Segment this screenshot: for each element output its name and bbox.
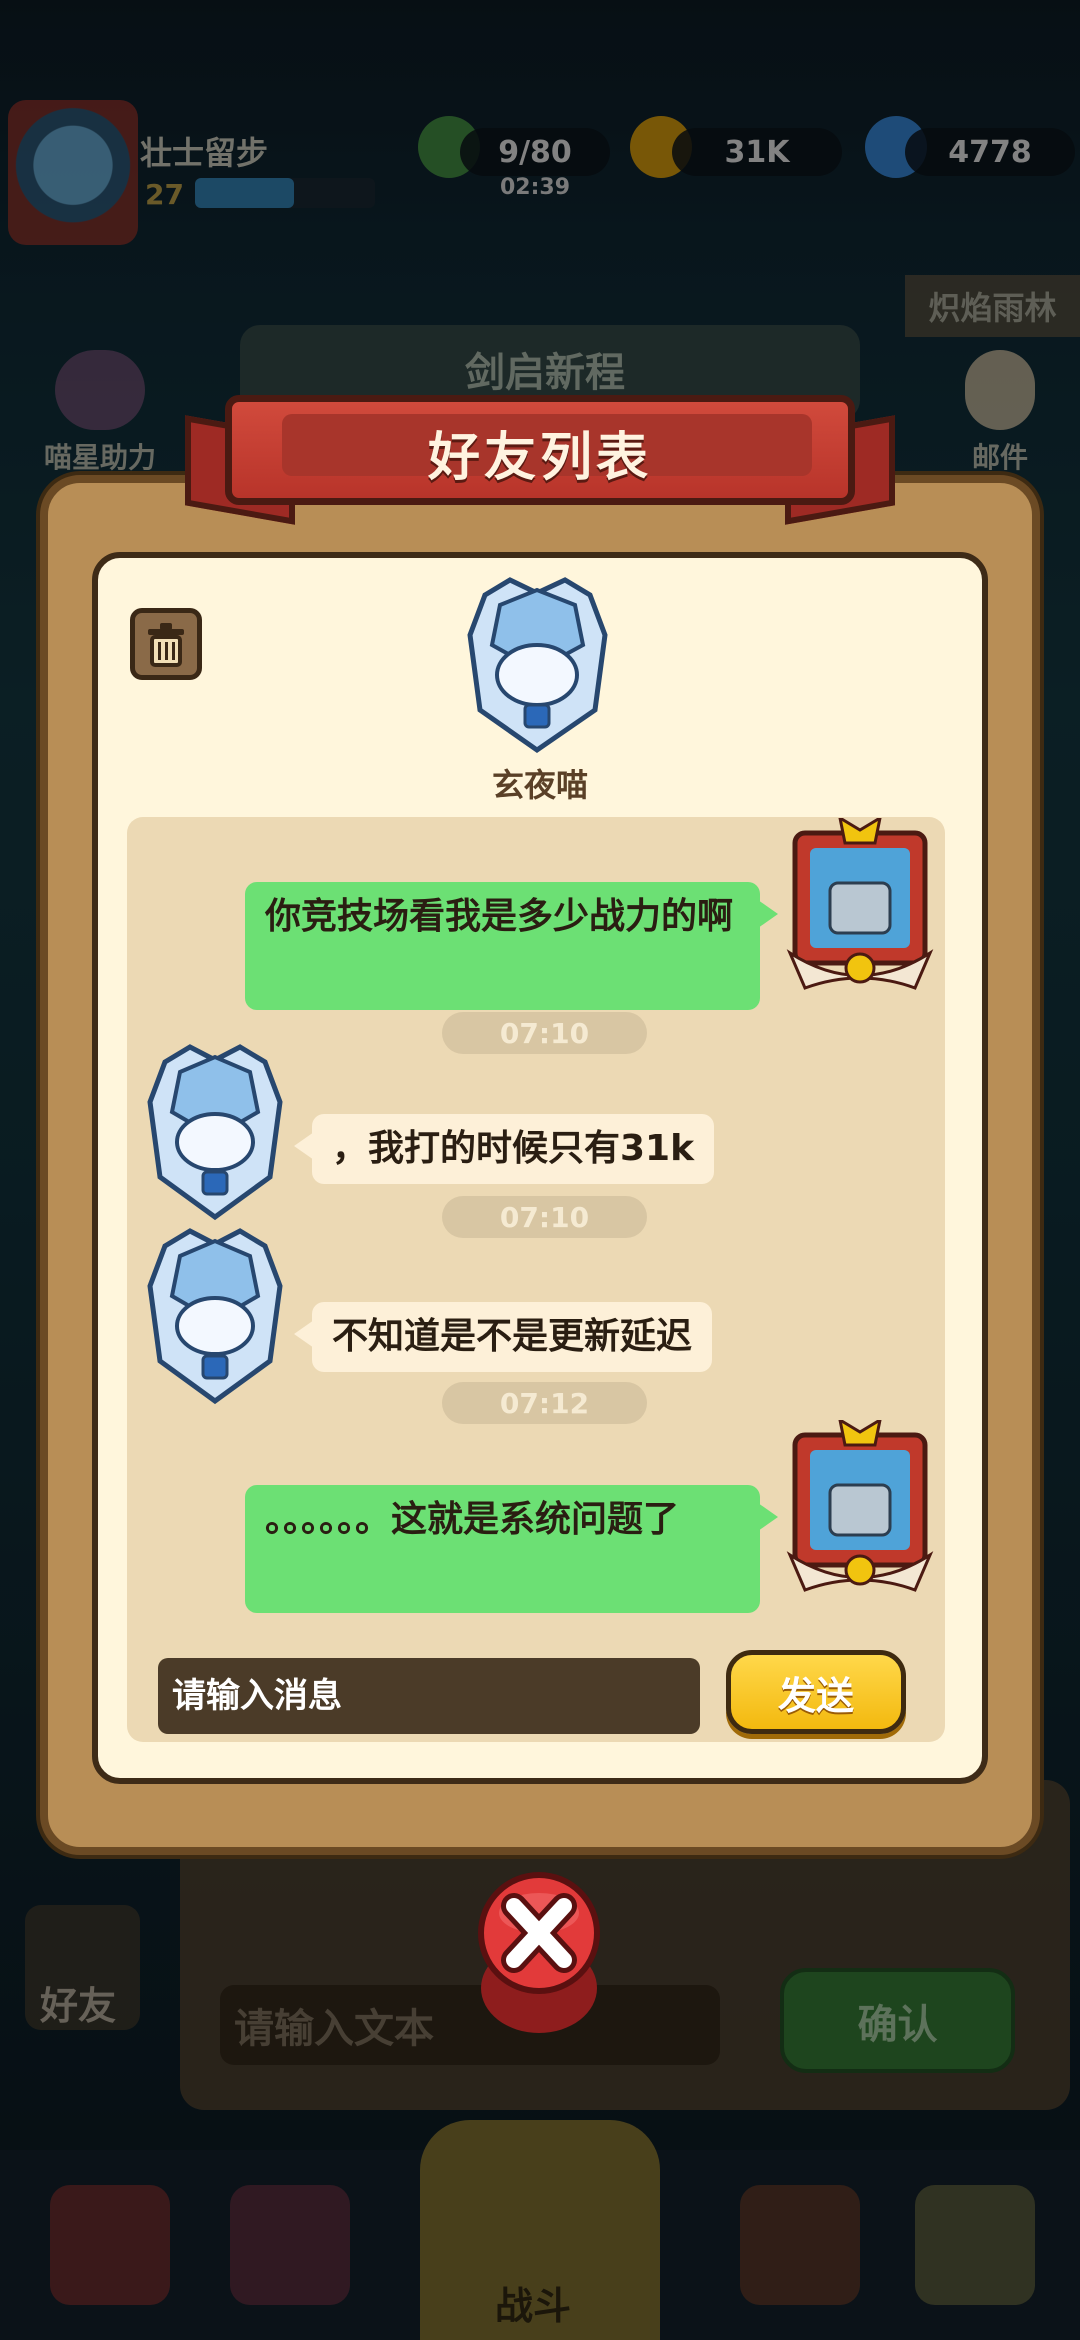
modal-title: 好友列表 (427, 428, 652, 488)
friend-name: 玄夜喵 (491, 766, 588, 804)
message-timestamp: 07:10 (442, 1012, 647, 1054)
message-text: 你竞技场看我是多少战力的啊 (265, 896, 734, 937)
friend-message-avatar[interactable] (140, 1042, 290, 1222)
chat-message-outgoing: 你竞技场看我是多少战力的啊 (245, 882, 778, 1010)
message-text: ，我打的时候只有31k (332, 1128, 695, 1169)
message-input[interactable] (158, 1658, 700, 1734)
message-timestamp: 07:12 (442, 1382, 647, 1424)
message-timestamp: 07:10 (442, 1196, 647, 1238)
close-button[interactable] (474, 1868, 604, 2043)
message-text: 不知道是不是更新延迟 (332, 1316, 693, 1357)
friend-message-avatar[interactable] (140, 1226, 290, 1406)
my-avatar[interactable] (785, 1420, 935, 1600)
trash-icon (148, 623, 184, 667)
chat-message-outgoing: 。。。。。。这就是系统问题了 (245, 1485, 778, 1613)
title-ribbon: 好友列表 (185, 395, 895, 525)
close-icon (501, 1893, 577, 1973)
delete-chat-button[interactable] (130, 608, 202, 680)
my-avatar[interactable] (785, 818, 935, 998)
chat-message-incoming: ，我打的时候只有31k (293, 1114, 715, 1184)
friend-avatar[interactable] (455, 575, 620, 755)
chat-message-incoming: 不知道是不是更新延迟 (293, 1302, 713, 1372)
message-text: 。。。。。。这就是系统问题了 (265, 1499, 680, 1540)
send-button[interactable]: 发送 (726, 1650, 906, 1734)
